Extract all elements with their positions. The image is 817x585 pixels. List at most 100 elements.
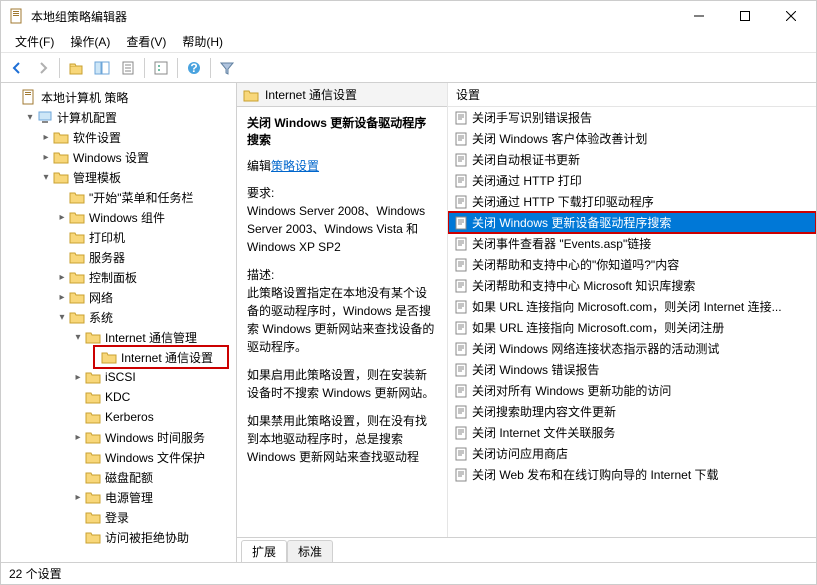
close-button[interactable] [768,1,814,31]
list-column-header[interactable]: 设置 [448,83,816,107]
policy-list[interactable]: 设置 关闭手写识别错误报告关闭 Windows 客户体验改善计划关闭自动根证书更… [447,83,816,537]
expander-icon[interactable]: ▾ [71,332,85,343]
tree-power-mgmt[interactable]: ▸ 电源管理 [1,487,236,507]
tree-windows-components[interactable]: ▸Windows 组件 [1,207,236,227]
expander-icon[interactable]: ▸ [55,212,69,223]
list-item[interactable]: 关闭 Windows 客户体验改善计划 [448,128,816,149]
expander-icon[interactable]: ▸ [71,432,85,443]
nav-back-button[interactable] [5,56,29,80]
tree-internet-settings[interactable]: Internet 通信设置 [1,347,236,367]
tree-kerberos[interactable]: Kerberos [1,407,236,427]
show-hide-tree-button[interactable] [90,56,114,80]
tab-extended[interactable]: 扩展 [241,540,287,562]
list-item[interactable]: 如果 URL 连接指向 Microsoft.com，则关闭注册 [448,317,816,338]
list-item-label: 关闭 Windows 错误报告 [472,361,599,378]
tree-login[interactable]: 登录 [1,507,236,527]
tree-item-label: 网络 [89,289,113,306]
tree-item-label: 访问被拒绝协助 [105,529,189,546]
expander-icon[interactable]: ▸ [39,132,53,143]
expander-icon[interactable]: ▸ [39,152,53,163]
list-item[interactable]: 关闭对所有 Windows 更新功能的访问 [448,380,816,401]
tree-file-protection[interactable]: Windows 文件保护 [1,447,236,467]
tree-server[interactable]: 服务器 [1,247,236,267]
list-item[interactable]: 关闭 Windows 错误报告 [448,359,816,380]
expander-icon[interactable]: ▸ [71,372,85,383]
tree-printers[interactable]: 打印机 [1,227,236,247]
menu-view[interactable]: 查看(V) [118,31,174,52]
tab-standard[interactable]: 标准 [287,540,333,562]
tree-system[interactable]: ▾系统 [1,307,236,327]
list-item[interactable]: 关闭通过 HTTP 打印 [448,170,816,191]
list-item[interactable]: 关闭 Windows 更新设备驱动程序搜索 [448,212,816,233]
expander-icon[interactable]: ▾ [23,112,37,123]
nav-forward-button[interactable] [31,56,55,80]
expander-icon[interactable]: ▾ [39,172,53,183]
tree-item-label: 管理模板 [73,169,121,186]
list-item[interactable]: 关闭自动根证书更新 [448,149,816,170]
tree-control-panel[interactable]: ▸ 控制面板 [1,267,236,287]
tree-computer-config[interactable]: ▾计算机配置 [1,107,236,127]
list-item[interactable]: 关闭帮助和支持中心 Microsoft 知识库搜索 [448,275,816,296]
list-item-label: 关闭帮助和支持中心的"你知道吗?"内容 [472,256,679,273]
tree-network[interactable]: ▸ 网络 [1,287,236,307]
list-item-label: 关闭自动根证书更新 [472,151,580,168]
svg-text:?: ? [190,61,197,75]
tree-kdc[interactable]: KDC [1,387,236,407]
tree-item-label: 电源管理 [105,489,153,506]
list-item[interactable]: 关闭 Web 发布和在线订购向导的 Internet 下载 [448,464,816,485]
menubar: 文件(F) 操作(A) 查看(V) 帮助(H) [1,31,816,53]
list-item-label: 关闭对所有 Windows 更新功能的访问 [472,382,671,399]
properties-button[interactable] [149,56,173,80]
list-item-label: 关闭 Web 发布和在线订购向导的 Internet 下载 [472,466,719,483]
filter-button[interactable] [215,56,239,80]
menu-help[interactable]: 帮助(H) [174,31,231,52]
list-item-label: 关闭帮助和支持中心 Microsoft 知识库搜索 [472,277,695,294]
list-item[interactable]: 关闭访问应用商店 [448,443,816,464]
tree-item-label: 控制面板 [89,269,137,286]
tree-time-service[interactable]: ▸Windows 时间服务 [1,427,236,447]
list-item-label: 关闭 Windows 网络连接状态指示器的活动测试 [472,340,719,357]
list-item[interactable]: 关闭通过 HTTP 下载打印驱动程序 [448,191,816,212]
tree-item-label: 登录 [105,509,129,526]
tree-item-label: 软件设置 [73,129,121,146]
expander-icon[interactable]: ▸ [55,292,69,303]
tree-admin-templates[interactable]: ▾ 管理模板 [1,167,236,187]
description-p3: 如果禁用此策略设置，则在没有找到本地驱动程序时，总是搜索 Windows 更新网… [247,412,437,466]
list-item[interactable]: 关闭手写识别错误报告 [448,107,816,128]
list-item[interactable]: 关闭帮助和支持中心的"你知道吗?"内容 [448,254,816,275]
window-title: 本地组策略编辑器 [31,8,676,25]
tree-root[interactable]: 本地计算机 策略 [1,87,236,107]
expander-icon[interactable]: ▸ [71,492,85,503]
status-text: 22 个设置 [9,565,62,582]
menu-file[interactable]: 文件(F) [7,31,62,52]
tree-start-menu[interactable]: "开始"菜单和任务栏 [1,187,236,207]
tree-software-settings[interactable]: ▸ 软件设置 [1,127,236,147]
requirements-label: 要求: [247,186,274,200]
maximize-button[interactable] [722,1,768,31]
expander-icon[interactable]: ▸ [55,272,69,283]
export-list-button[interactable] [116,56,140,80]
tree-internet-mgmt[interactable]: ▾Internet 通信管理 [1,327,236,347]
list-item[interactable]: 如果 URL 连接指向 Microsoft.com，则关闭 Internet 连… [448,296,816,317]
up-level-button[interactable] [64,56,88,80]
tree-item-label: 本地计算机 策略 [41,89,128,106]
titlebar: 本地组策略编辑器 [1,1,816,31]
minimize-button[interactable] [676,1,722,31]
tree-item-label: Windows 设置 [73,149,149,166]
help-button[interactable]: ? [182,56,206,80]
list-item[interactable]: 关闭 Internet 文件关联服务 [448,422,816,443]
list-item[interactable]: 关闭搜索助理内容文件更新 [448,401,816,422]
edit-policy-link[interactable]: 策略设置 [271,159,319,173]
tree-pane[interactable]: 本地计算机 策略▾计算机配置 ▸ 软件设置 ▸ Windows 设置 ▾ 管理模板"开始"菜… [1,83,237,562]
tree-access-denied[interactable]: 访问被拒绝协助 [1,527,236,547]
list-item[interactable]: 关闭事件查看器 "Events.asp"链接 [448,233,816,254]
tree-disk-quota[interactable]: 磁盘配额 [1,467,236,487]
tree-item-label: 服务器 [89,249,125,266]
list-item[interactable]: 关闭 Windows 网络连接状态指示器的活动测试 [448,338,816,359]
tree-iscsi[interactable]: ▸iSCSI [1,367,236,387]
list-item-label: 关闭访问应用商店 [472,445,568,462]
menu-action[interactable]: 操作(A) [62,31,118,52]
expander-icon[interactable]: ▾ [55,312,69,323]
edit-label: 编辑 [247,159,271,173]
tree-windows-settings[interactable]: ▸ Windows 设置 [1,147,236,167]
